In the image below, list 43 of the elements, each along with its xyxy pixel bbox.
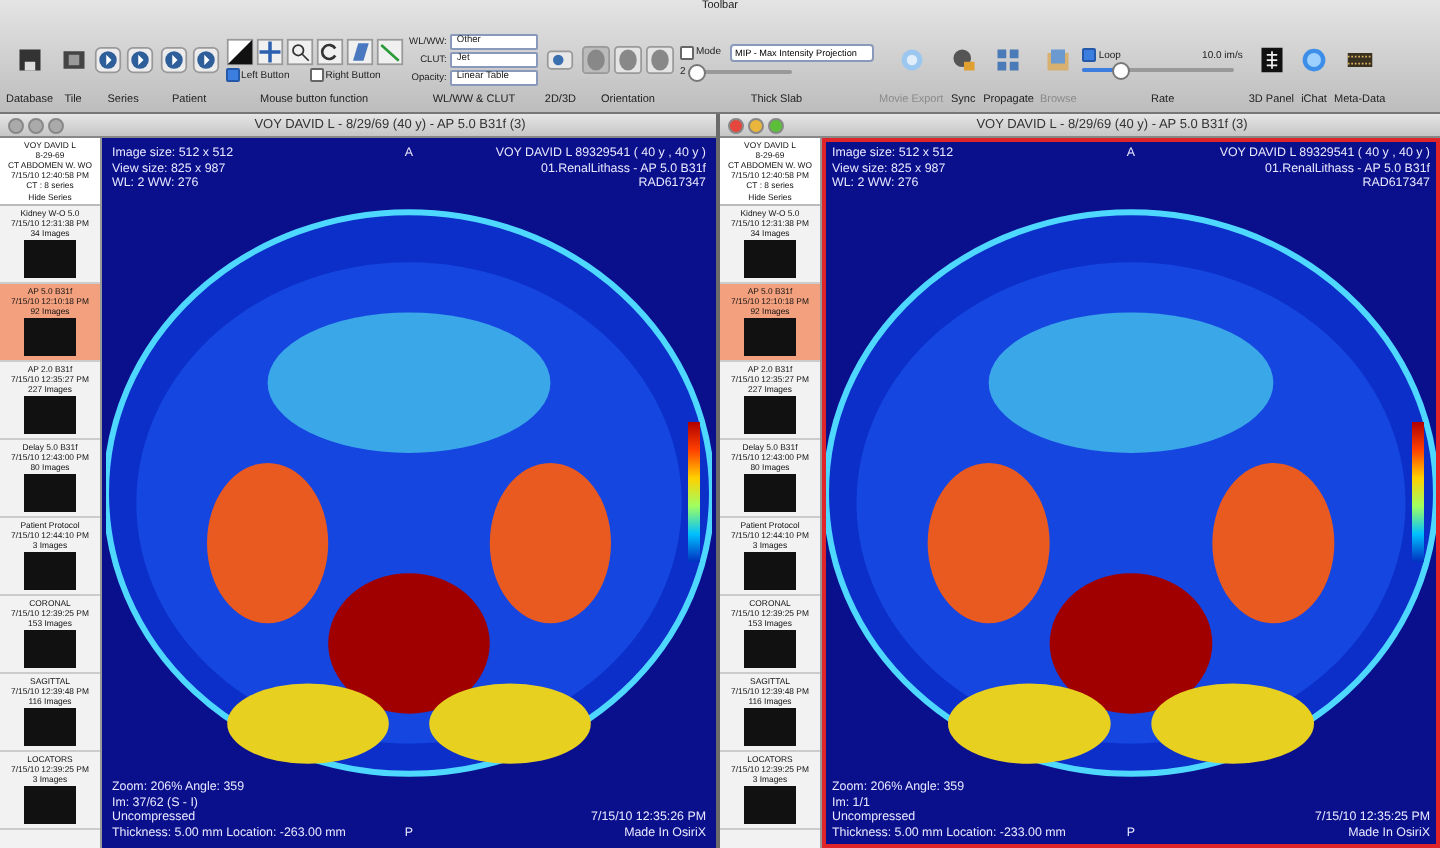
thumbnail-placeholder [744, 240, 796, 278]
thumbnail-placeholder [744, 318, 796, 356]
thumbnail-placeholder [24, 240, 76, 278]
thumbnail-placeholder [24, 630, 76, 668]
thumbnail-placeholder [24, 786, 76, 824]
contrast-tool-icon[interactable] [225, 38, 254, 66]
line-tool-icon[interactable] [375, 38, 404, 66]
grid-icon[interactable] [994, 46, 1023, 74]
round-arrow-button[interactable] [191, 46, 220, 74]
zoom-tool-icon[interactable] [285, 38, 314, 66]
slab-slider-thumb[interactable] [688, 63, 707, 81]
checkbox[interactable] [225, 68, 240, 82]
color-scale-bar [1412, 422, 1424, 563]
thumbnail-placeholder [24, 474, 76, 512]
film-icon[interactable] [59, 46, 88, 74]
head-icon[interactable] [613, 46, 642, 74]
rotate-tool-icon[interactable] [315, 38, 344, 66]
thumbnail-placeholder [744, 396, 796, 434]
sync-icon[interactable] [949, 46, 978, 74]
head-icon[interactable] [581, 46, 610, 74]
round-arrow-button[interactable] [125, 46, 154, 74]
round-arrow-button[interactable] [93, 46, 122, 74]
thumbnail-placeholder [24, 708, 76, 746]
color-scale-bar [688, 422, 700, 563]
checkbox[interactable] [679, 45, 694, 59]
move-tool-icon[interactable] [255, 38, 284, 66]
checkbox[interactable] [1082, 48, 1097, 62]
thumbnail-placeholder [24, 318, 76, 356]
thumbnail-placeholder [744, 786, 796, 824]
thumbnail-placeholder [744, 630, 796, 668]
round-arrow-button[interactable] [159, 46, 188, 74]
chat-bubble-icon[interactable] [1299, 46, 1328, 74]
rate-slider-thumb[interactable] [1112, 62, 1131, 80]
thumbnail-placeholder [744, 552, 796, 590]
head-icon[interactable] [645, 46, 674, 74]
thumbnail-placeholder [24, 396, 76, 434]
checkbox[interactable] [309, 68, 324, 82]
gear-popup-icon[interactable] [546, 46, 575, 74]
page-tool-icon[interactable] [345, 38, 374, 66]
thumbnail-placeholder [744, 708, 796, 746]
skeleton-icon[interactable] [1257, 46, 1286, 74]
thumbnail-placeholder [24, 552, 76, 590]
thumbnail-placeholder [744, 474, 796, 512]
